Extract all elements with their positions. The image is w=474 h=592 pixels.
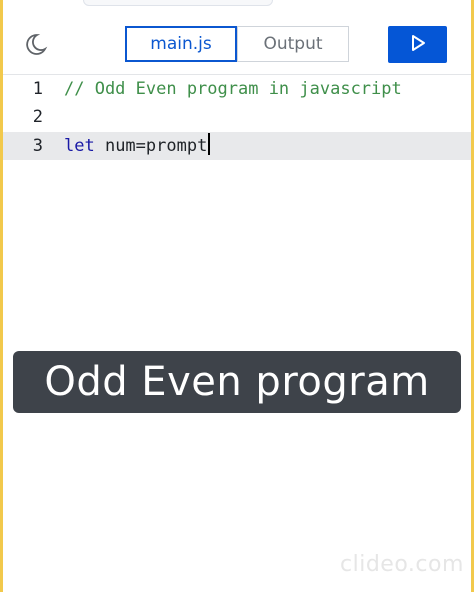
moon-icon[interactable]	[21, 30, 49, 58]
video-caption: Odd Even program	[13, 351, 461, 413]
code-editor[interactable]: 1 // Odd Even program in javascript 2 3 …	[3, 75, 471, 592]
code-comment: // Odd Even program in javascript	[64, 79, 402, 99]
editor-toolbar: main.js Output	[3, 0, 471, 75]
line-number: 2	[32, 107, 43, 127]
tab-main-js[interactable]: main.js	[125, 26, 237, 62]
code-keyword: let	[64, 136, 95, 156]
line-number: 1	[32, 79, 43, 99]
code-text: num=prompt	[94, 136, 208, 156]
run-button[interactable]	[388, 26, 447, 63]
play-icon	[410, 34, 426, 56]
text-cursor	[208, 133, 211, 155]
tab-main-js-label: main.js	[150, 34, 212, 54]
code-line[interactable]: 1 // Odd Even program in javascript	[3, 75, 471, 103]
code-statement: let num=prompt	[64, 132, 211, 160]
caption-text: Odd Even program	[44, 359, 430, 405]
code-line[interactable]: 2	[3, 103, 471, 131]
watermark: clideo.com	[340, 552, 464, 577]
tab-output-label: Output	[263, 34, 323, 54]
code-line-active[interactable]: 3 let num=prompt	[3, 132, 471, 160]
address-bar-fragment	[83, 0, 273, 6]
tab-output[interactable]: Output	[237, 26, 349, 62]
line-number: 3	[32, 136, 43, 156]
